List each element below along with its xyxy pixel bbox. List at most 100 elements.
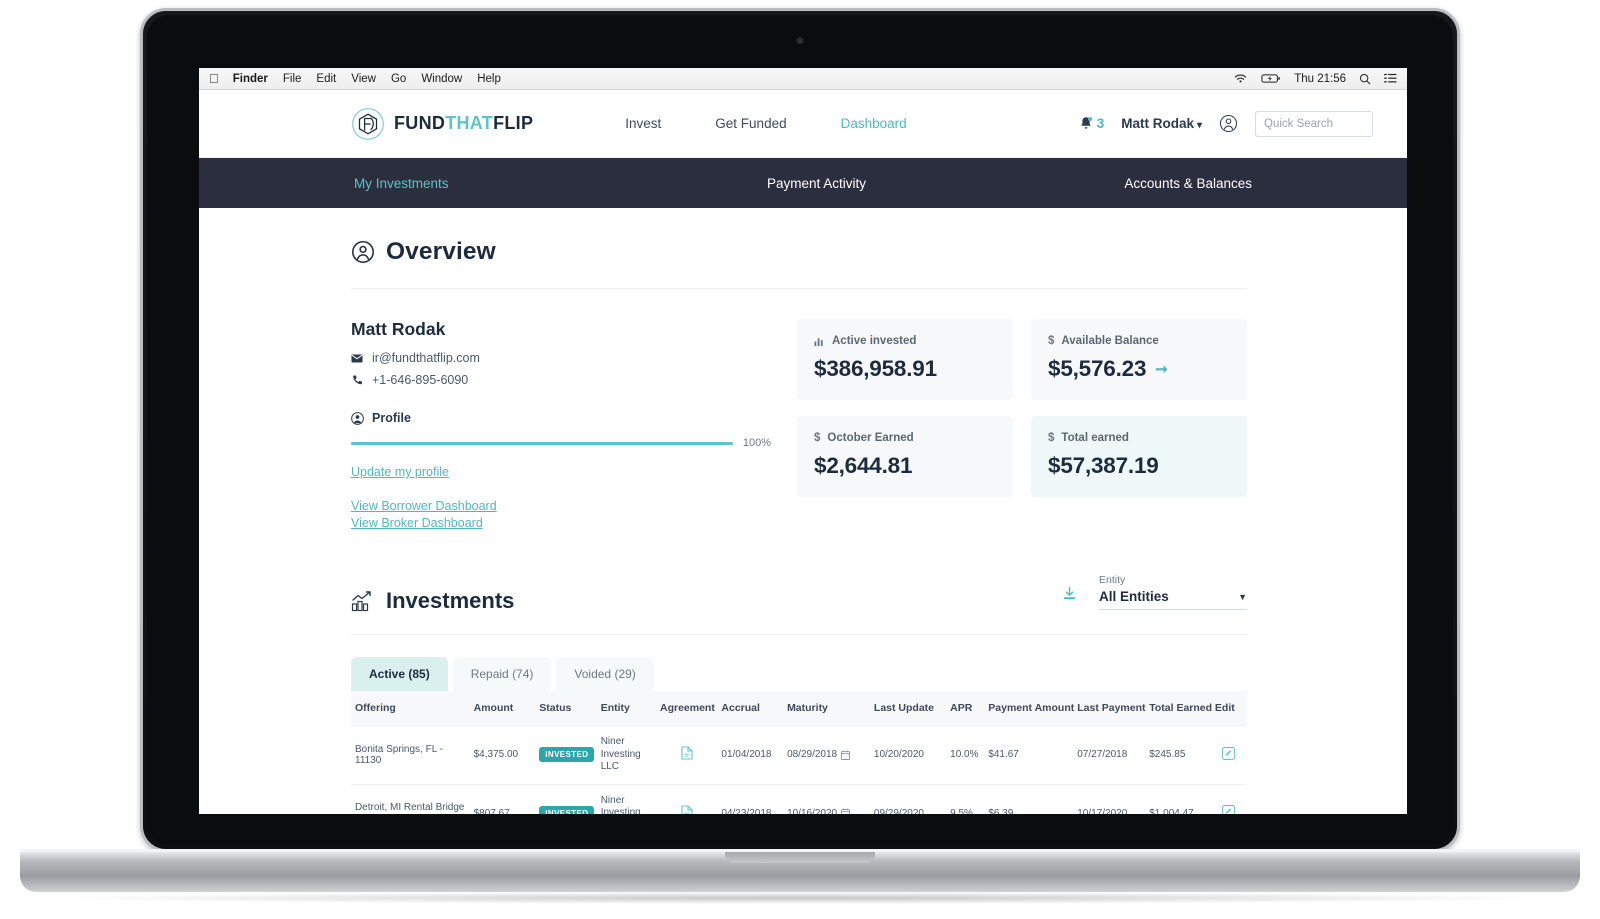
view-broker-dashboard-link[interactable]: View Broker Dashboard <box>351 516 771 530</box>
user-circle-icon[interactable] <box>1219 114 1238 133</box>
progress-track <box>351 441 733 445</box>
apple-icon[interactable]:  <box>209 72 219 85</box>
secondary-nav: My Investments Payment Activity Accounts… <box>199 158 1407 208</box>
cell-offering: Bonita Springs, FL - 11130 <box>351 725 470 785</box>
caret-down-icon: ▼ <box>1238 591 1247 602</box>
cell-last-payment: 07/27/2018 <box>1073 725 1146 785</box>
laptop-lid:  Finder File Edit View Go Window Help <box>140 8 1460 852</box>
calendar-icon[interactable] <box>841 750 851 760</box>
fundthatflip-logo-icon <box>352 107 384 140</box>
wifi-icon[interactable] <box>1233 73 1248 84</box>
menu-item-view[interactable]: View <box>351 73 376 85</box>
spotlight-search-icon[interactable] <box>1359 73 1371 85</box>
col-apr[interactable]: APR <box>946 691 985 726</box>
entity-select-value: All Entities <box>1099 589 1169 604</box>
stat-card-october-earned: $ October Earned $2,644.81 <box>797 416 1013 497</box>
col-status[interactable]: Status <box>535 691 597 726</box>
investments-title-text: Investments <box>386 588 515 613</box>
pdf-file-icon <box>681 746 693 760</box>
menu-item-help[interactable]: Help <box>477 73 501 85</box>
dashboard-links: View Borrower Dashboard View Broker Dash… <box>351 499 771 530</box>
notifications-button[interactable]: 3 <box>1079 116 1104 131</box>
stat-card-value: $386,958.91 <box>814 356 937 381</box>
cell-accrual: 04/23/2018 <box>717 784 784 814</box>
col-offering[interactable]: Offering <box>351 691 470 726</box>
profile-phone: +1-646-895-6090 <box>372 373 469 387</box>
header-right-group: 3 Matt Rodak ▾ Quick Search <box>1079 110 1383 137</box>
tab-repaid[interactable]: Repaid (74) <box>452 657 552 691</box>
subnav-item-my-investments[interactable]: My Investments <box>199 176 449 191</box>
menu-item-window[interactable]: Window <box>421 73 462 85</box>
stat-card-value-text: $5,576.23 <box>1048 356 1147 381</box>
nav-item-invest[interactable]: Invest <box>625 116 661 131</box>
cell-amount: $4,375.00 <box>469 725 536 785</box>
dollar-icon: $ <box>1048 335 1055 347</box>
col-accrual[interactable]: Accrual <box>717 691 784 726</box>
arrow-right-icon[interactable]: ➞ <box>1155 360 1168 378</box>
col-last-payment[interactable]: Last Payment <box>1073 691 1146 726</box>
user-menu-button[interactable]: Matt Rodak ▾ <box>1121 116 1202 131</box>
col-entity[interactable]: Entity <box>596 691 656 726</box>
subnav-item-payment-activity[interactable]: Payment Activity <box>449 176 1125 191</box>
subnav-item-accounts-balances[interactable]: Accounts & Balances <box>1124 176 1407 191</box>
view-borrower-dashboard-link[interactable]: View Borrower Dashboard <box>351 499 771 513</box>
stat-card-label: $ October Earned <box>814 432 996 444</box>
tab-active[interactable]: Active (85) <box>351 657 448 691</box>
entity-select[interactable]: Entity All Entities ▼ <box>1099 574 1247 610</box>
table-header: Offering Amount Status Entity Agreement … <box>351 691 1247 726</box>
user-menu-label: Matt Rodak <box>1121 116 1194 131</box>
search-input[interactable]: Quick Search <box>1255 110 1373 137</box>
cell-maturity: 10/16/2020 <box>783 784 870 814</box>
stat-card-label: Active invested <box>814 335 996 347</box>
brand-that: THAT <box>445 113 494 133</box>
table-row[interactable]: Detroit, MI Rental Bridge - 13452 $807.6… <box>351 784 1247 814</box>
col-agreement[interactable]: Agreement <box>655 691 718 726</box>
edit-pencil-icon[interactable] <box>1222 746 1236 760</box>
cell-edit[interactable] <box>1210 784 1247 814</box>
cell-agreement[interactable] <box>655 784 718 814</box>
investments-tools: Entity All Entities ▼ <box>1062 574 1247 614</box>
profile-panel: Matt Rodak ir@fundthatflip.com +1-646-89… <box>351 319 771 530</box>
tab-voided[interactable]: Voided (29) <box>556 657 654 691</box>
cell-apr: 10.0% <box>946 725 985 785</box>
stat-card-label-text: Available Balance <box>1061 335 1159 347</box>
col-total-earned[interactable]: Total Earned <box>1145 691 1212 726</box>
col-maturity[interactable]: Maturity <box>783 691 870 726</box>
calendar-icon[interactable] <box>841 808 851 814</box>
menubar-clock: Thu 21:56 <box>1294 72 1346 85</box>
col-amount[interactable]: Amount <box>469 691 536 726</box>
menu-item-finder[interactable]: Finder <box>233 73 268 85</box>
stat-card-label: $ Total earned <box>1048 432 1230 444</box>
bar-chart-icon <box>814 336 825 347</box>
page-title: Overview <box>351 208 1247 288</box>
stat-card-value: $2,644.81 <box>814 453 913 478</box>
control-center-icon[interactable] <box>1384 73 1397 84</box>
cell-agreement[interactable] <box>655 725 718 785</box>
edit-pencil-icon[interactable] <box>1222 805 1236 814</box>
update-profile-link[interactable]: Update my profile <box>351 465 449 479</box>
cell-status: INVESTED <box>535 784 597 814</box>
nav-item-get-funded[interactable]: Get Funded <box>715 116 786 131</box>
cell-edit[interactable] <box>1210 725 1247 785</box>
entity-select-control[interactable]: All Entities ▼ <box>1099 589 1247 610</box>
cell-entity: Niner Investing LLC <box>596 725 656 785</box>
col-last-update[interactable]: Last Update <box>869 691 947 726</box>
stat-card-total-earned: $ Total earned $57,387.19 <box>1031 416 1247 497</box>
menu-item-go[interactable]: Go <box>391 73 406 85</box>
col-payment-amount[interactable]: Payment Amount <box>984 691 1074 726</box>
user-icon <box>351 411 364 425</box>
table-row[interactable]: Bonita Springs, FL - 11130 $4,375.00 INV… <box>351 725 1247 785</box>
page-content: Overview Matt Rodak ir@fundthatflip.com <box>199 208 1407 814</box>
table-header-row: Offering Amount Status Entity Agreement … <box>351 691 1247 726</box>
menu-item-edit[interactable]: Edit <box>316 73 336 85</box>
growth-chart-icon <box>351 591 371 612</box>
cell-apr: 9.5% <box>946 784 985 814</box>
stat-cards: Active invested $386,958.91 $ Available … <box>797 319 1247 497</box>
cell-payment-amount: $41.67 <box>984 725 1074 785</box>
download-icon[interactable] <box>1062 586 1077 610</box>
battery-charging-icon[interactable] <box>1261 73 1281 84</box>
menu-item-file[interactable]: File <box>283 73 302 85</box>
col-edit[interactable]: Edit <box>1210 691 1247 726</box>
brand-logo[interactable]: FUNDTHATFLIP <box>351 107 533 141</box>
nav-item-dashboard[interactable]: Dashboard <box>841 116 907 131</box>
